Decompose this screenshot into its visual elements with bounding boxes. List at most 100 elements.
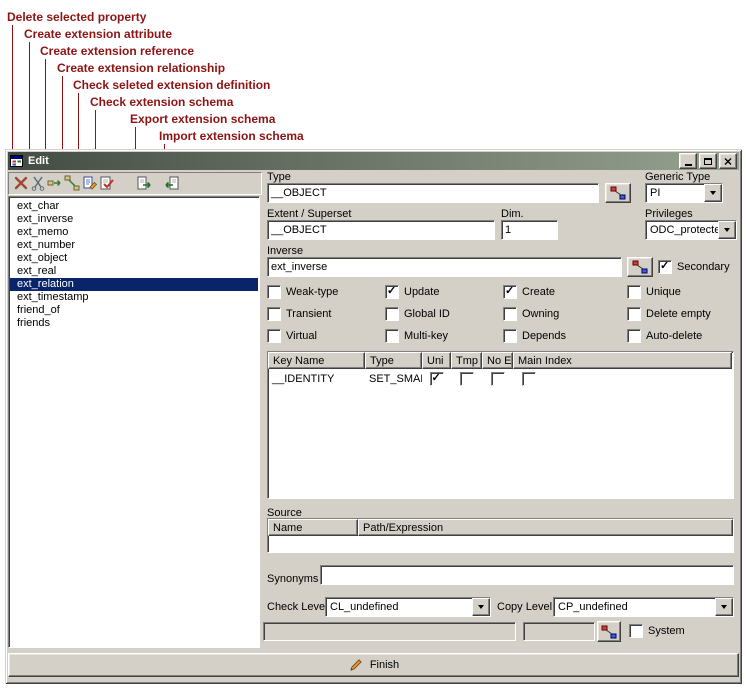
extent-superset-input[interactable] [267, 220, 495, 240]
source-header-cell[interactable]: Name [268, 519, 358, 536]
auto-delete-checkbox[interactable]: Auto-delete [627, 329, 702, 343]
properties-list[interactable]: ext_char ext_inverse ext_memo ext_number… [8, 196, 260, 648]
inverse-browse-button[interactable] [627, 257, 653, 277]
checkbox-box[interactable] [627, 285, 641, 299]
lookup-button[interactable] [597, 621, 621, 642]
key-table-header-cell[interactable]: Main Index [513, 352, 732, 369]
dim-input[interactable] [501, 220, 558, 240]
delete-empty-checkbox[interactable]: Delete empty [627, 307, 711, 321]
checkbox-box[interactable] [503, 329, 517, 343]
checkbox-box[interactable] [385, 307, 399, 321]
create-extension-relationship-button[interactable] [63, 174, 80, 191]
checkbox-box[interactable] [267, 329, 281, 343]
copy-level-label: Copy Level [497, 601, 552, 613]
dropdown-button[interactable] [704, 184, 722, 202]
uni-checkbox[interactable] [430, 372, 444, 386]
key-table-header-cell[interactable]: Type [365, 352, 422, 369]
minimize-button[interactable] [679, 153, 697, 169]
list-item[interactable]: ext_real [10, 265, 258, 278]
synonyms-input[interactable] [320, 565, 734, 585]
no-e-checkbox[interactable] [491, 372, 505, 386]
tmp-checkbox[interactable] [460, 372, 474, 386]
list-item[interactable]: ext_inverse [10, 213, 258, 226]
create-extension-attribute-button[interactable] [29, 174, 46, 191]
global-id-checkbox[interactable]: Global ID [385, 307, 450, 321]
chevron-down-icon [721, 605, 727, 609]
annotation-line [12, 25, 13, 149]
key-table-header-cell[interactable]: Uni [422, 352, 451, 369]
list-item[interactable]: ext_object [10, 252, 258, 265]
check-selected-extension-definition-button[interactable] [81, 174, 98, 191]
key-table-header-cell[interactable]: Tmp [451, 352, 482, 369]
list-item[interactable]: ext_char [10, 200, 258, 213]
flag-label: Owning [522, 308, 559, 320]
checkbox-box[interactable] [267, 307, 281, 321]
key-table-row[interactable]: __IDENTITY SET_SMAL [268, 369, 733, 388]
dropdown-button[interactable] [715, 598, 733, 616]
source-header-cell[interactable]: Path/Expression [358, 519, 733, 536]
key-table-header-cell[interactable]: Key Name [268, 352, 365, 369]
flag-label: Transient [286, 308, 331, 320]
weak-type-checkbox[interactable]: Weak-type [267, 285, 338, 299]
list-item[interactable]: ext_timestamp [10, 291, 258, 304]
maximize-button[interactable] [699, 153, 717, 169]
relationship-icon [64, 175, 80, 191]
annotation-label: Import extension schema [159, 129, 304, 143]
list-item[interactable]: friend_of [10, 304, 258, 317]
minimize-icon [685, 164, 692, 166]
check-level-select[interactable]: CL_undefined [325, 597, 491, 617]
list-item-selected[interactable]: ext_relation [10, 278, 258, 291]
create-checkbox[interactable]: Create [503, 285, 555, 299]
dropdown-button[interactable] [472, 598, 490, 616]
annotation-line [135, 127, 136, 149]
titlebar[interactable]: Edit [8, 152, 739, 170]
copy-level-select[interactable]: CP_undefined [553, 597, 734, 617]
transient-checkbox[interactable]: Transient [267, 307, 331, 321]
owning-checkbox[interactable]: Owning [503, 307, 559, 321]
key-type-cell: SET_SMAL [365, 373, 422, 385]
main-index-checkbox[interactable] [522, 372, 536, 386]
delete-selected-property-button[interactable] [12, 174, 29, 191]
checkbox-box[interactable] [658, 260, 672, 274]
import-extension-schema-button[interactable] [163, 174, 180, 191]
checkbox-box[interactable] [385, 329, 399, 343]
list-item[interactable]: ext_number [10, 239, 258, 252]
generic-type-select[interactable]: PI [645, 183, 723, 203]
type-browse-button[interactable] [605, 183, 631, 203]
bottom-small-field[interactable] [523, 622, 595, 641]
flag-label: Auto-delete [646, 330, 702, 342]
list-item[interactable]: friends [10, 317, 258, 330]
secondary-label: Secondary [677, 261, 730, 273]
type-input[interactable] [267, 183, 599, 203]
checkbox-box[interactable] [627, 329, 641, 343]
dropdown-button[interactable] [718, 221, 736, 239]
unique-checkbox[interactable]: Unique [627, 285, 681, 299]
checkbox-box[interactable] [627, 307, 641, 321]
depends-checkbox[interactable]: Depends [503, 329, 566, 343]
main-index-cell [513, 372, 544, 386]
close-button[interactable] [719, 153, 737, 169]
create-extension-reference-button[interactable] [46, 174, 63, 191]
checkbox-box[interactable] [503, 285, 517, 299]
check-extension-schema-button[interactable] [98, 174, 115, 191]
checkbox-box[interactable] [267, 285, 281, 299]
checkbox-box[interactable] [629, 624, 643, 638]
privileges-select[interactable]: ODC_protected [645, 220, 737, 240]
finish-button[interactable]: Finish [8, 653, 739, 677]
update-checkbox[interactable]: Update [385, 285, 439, 299]
virtual-checkbox[interactable]: Virtual [267, 329, 317, 343]
flag-label: Update [404, 286, 439, 298]
multi-key-checkbox[interactable]: Multi-key [385, 329, 448, 343]
extent-superset-label: Extent / Superset [267, 208, 351, 220]
checkbox-box[interactable] [385, 285, 399, 299]
secondary-checkbox[interactable]: Secondary [658, 260, 730, 274]
finish-label: Finish [370, 659, 399, 671]
checkbox-box[interactable] [503, 307, 517, 321]
system-checkbox[interactable]: System [629, 624, 685, 638]
chevron-down-icon [478, 605, 484, 609]
list-item[interactable]: ext_memo [10, 226, 258, 239]
key-table-header-cell[interactable]: No E [482, 352, 513, 369]
inverse-input[interactable] [267, 257, 622, 277]
bottom-value-field[interactable] [263, 622, 516, 641]
export-extension-schema-button[interactable] [135, 174, 152, 191]
